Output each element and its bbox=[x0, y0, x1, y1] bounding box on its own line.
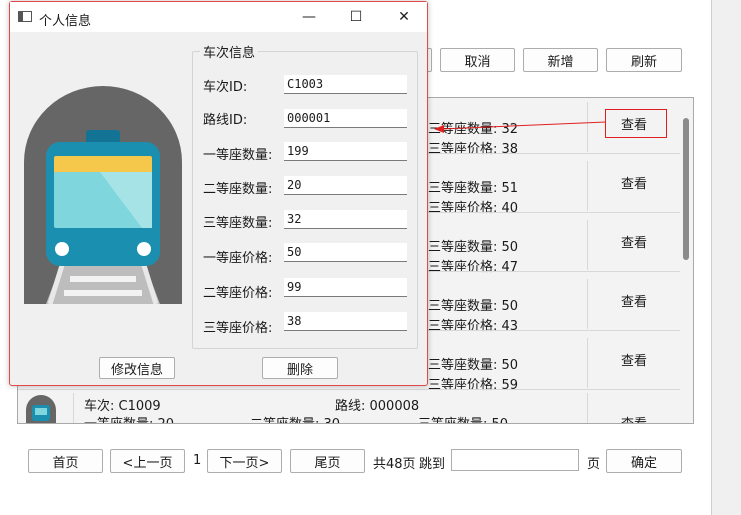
second-class-price-label: 二等座价格: bbox=[203, 286, 273, 301]
jump-label: 跳到 bbox=[419, 457, 446, 472]
third-class-price: 三等座价格: 38 bbox=[428, 142, 519, 157]
third-class-count-input[interactable] bbox=[284, 210, 407, 229]
cancel-button[interactable]: 取消 bbox=[440, 48, 515, 72]
third-class-count: 三等座数量: 51 bbox=[428, 181, 519, 196]
annotation-arrow-icon bbox=[434, 121, 607, 133]
delete-button[interactable]: 删除 bbox=[262, 357, 338, 379]
first-class-count-label: 一等座数量: bbox=[203, 148, 273, 163]
route-id-input[interactable] bbox=[284, 109, 407, 128]
third-class-count: 三等座数量: 50 bbox=[428, 299, 519, 314]
train-info-group bbox=[192, 51, 418, 349]
background-window-edge bbox=[712, 0, 741, 515]
view-button[interactable]: 查看 bbox=[608, 171, 660, 193]
annotation-highlight-box bbox=[605, 109, 667, 138]
third-class-price-label: 三等座价格: bbox=[203, 321, 273, 336]
list-scrollbar[interactable] bbox=[680, 98, 693, 423]
minimize-icon[interactable]: — bbox=[292, 6, 326, 28]
total-pages: 共48页 bbox=[373, 457, 416, 472]
dialog-title: 个人信息 bbox=[39, 14, 92, 29]
train-id-input[interactable] bbox=[284, 75, 407, 94]
view-button[interactable]: 查看 bbox=[608, 230, 660, 252]
personal-info-dialog: 个人信息 — ☐ ✕ 车次信息 车次ID: 路线ID: 一等座数量: 二等座数量… bbox=[9, 1, 428, 386]
view-button[interactable]: 查看 bbox=[608, 289, 660, 311]
first-class-count: 一等座数量: 20 bbox=[84, 413, 174, 423]
third-class-count-label: 三等座数量: bbox=[203, 216, 273, 231]
third-class-price: 三等座价格: 43 bbox=[428, 319, 519, 334]
dialog-titlebar[interactable]: 个人信息 — ☐ ✕ bbox=[10, 2, 427, 33]
list-item: 车次: C1009 路线: 000008 一等座数量: 20 二等座数量: 30… bbox=[18, 393, 680, 424]
refresh-button[interactable]: 刷新 bbox=[606, 48, 682, 72]
third-class-price: 三等座价格: 40 bbox=[428, 201, 519, 216]
second-class-count-input[interactable] bbox=[284, 176, 407, 195]
train-number: 车次: C1009 bbox=[84, 399, 161, 414]
current-page: 1 bbox=[193, 453, 202, 468]
second-class-count-label: 二等座数量: bbox=[203, 182, 273, 197]
first-class-price-label: 一等座价格: bbox=[203, 251, 273, 266]
confirm-button[interactable]: 确定 bbox=[606, 449, 682, 473]
prev-page-button[interactable]: <上一页 bbox=[110, 449, 185, 473]
close-icon[interactable]: ✕ bbox=[387, 6, 421, 28]
view-button[interactable]: 查看 bbox=[608, 411, 660, 424]
third-class-price: 三等座价格: 59 bbox=[428, 378, 519, 393]
second-class-count: 二等座数量: 30 bbox=[250, 413, 340, 423]
first-class-count-input[interactable] bbox=[284, 142, 407, 161]
train-illustration-icon bbox=[24, 86, 182, 304]
third-class-count: 三等座数量: 50 bbox=[418, 413, 508, 423]
add-button[interactable]: 新增 bbox=[523, 48, 598, 72]
train-thumbnail-icon bbox=[26, 395, 56, 423]
third-class-count: 三等座数量: 50 bbox=[428, 358, 519, 373]
route-number: 路线: 000008 bbox=[335, 399, 420, 414]
modify-info-button[interactable]: 修改信息 bbox=[99, 357, 175, 379]
train-id-label: 车次ID: bbox=[203, 80, 248, 95]
third-class-count: 三等座数量: 50 bbox=[428, 240, 519, 255]
route-id-label: 路线ID: bbox=[203, 113, 248, 128]
jump-page-input[interactable] bbox=[451, 449, 579, 471]
next-page-button[interactable]: 下一页> bbox=[207, 449, 282, 473]
second-class-price-input[interactable] bbox=[284, 278, 407, 297]
view-button[interactable]: 查看 bbox=[608, 348, 660, 370]
group-title: 车次信息 bbox=[200, 42, 259, 61]
scrollbar-thumb[interactable] bbox=[683, 118, 689, 260]
third-class-price: 三等座价格: 47 bbox=[428, 260, 519, 275]
first-class-price-input[interactable] bbox=[284, 243, 407, 262]
last-page-button[interactable]: 尾页 bbox=[290, 449, 365, 473]
window-icon bbox=[18, 11, 32, 22]
first-page-button[interactable]: 首页 bbox=[28, 449, 103, 473]
page-suffix: 页 bbox=[587, 457, 601, 472]
third-class-price-input[interactable] bbox=[284, 312, 407, 331]
maximize-icon[interactable]: ☐ bbox=[339, 6, 373, 28]
